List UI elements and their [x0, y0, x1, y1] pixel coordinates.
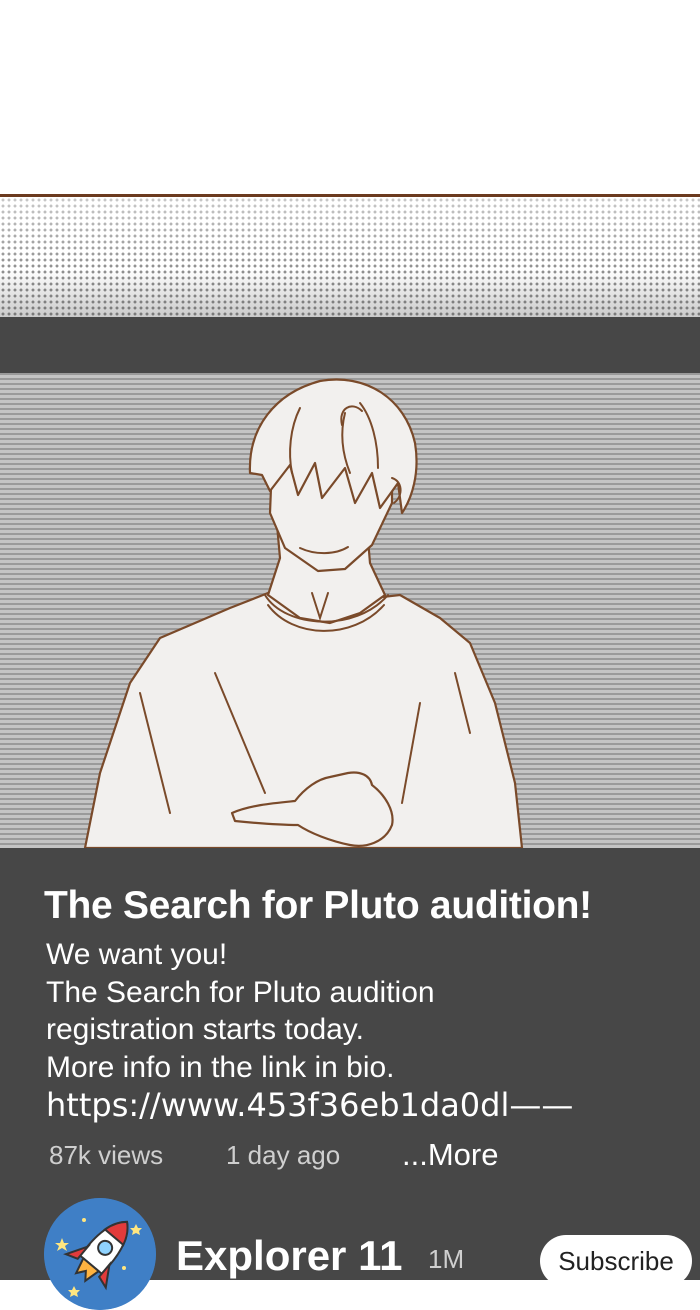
- dark-background-band: [0, 317, 700, 373]
- rocket-icon: [44, 1198, 156, 1310]
- halftone-screentone: [0, 197, 700, 317]
- video-title[interactable]: The Search for Pluto audition!: [44, 884, 592, 928]
- blank-panel-top: [0, 0, 700, 196]
- video-description: We want you! The Search for Pluto auditi…: [46, 938, 435, 1084]
- bio-link[interactable]: https://www.453f36eb1da0dl——: [46, 1086, 573, 1124]
- post-time: 1 day ago: [226, 1140, 341, 1170]
- character-illustration: [83, 378, 524, 848]
- more-button[interactable]: ...More: [402, 1137, 498, 1173]
- video-thumbnail[interactable]: [0, 373, 700, 848]
- channel-name[interactable]: Explorer 11: [176, 1232, 402, 1280]
- channel-avatar[interactable]: [44, 1198, 156, 1310]
- subscribe-button[interactable]: Subscribe: [540, 1235, 692, 1287]
- view-count: 87k views: [49, 1140, 164, 1170]
- subscriber-count: 1M: [428, 1244, 465, 1274]
